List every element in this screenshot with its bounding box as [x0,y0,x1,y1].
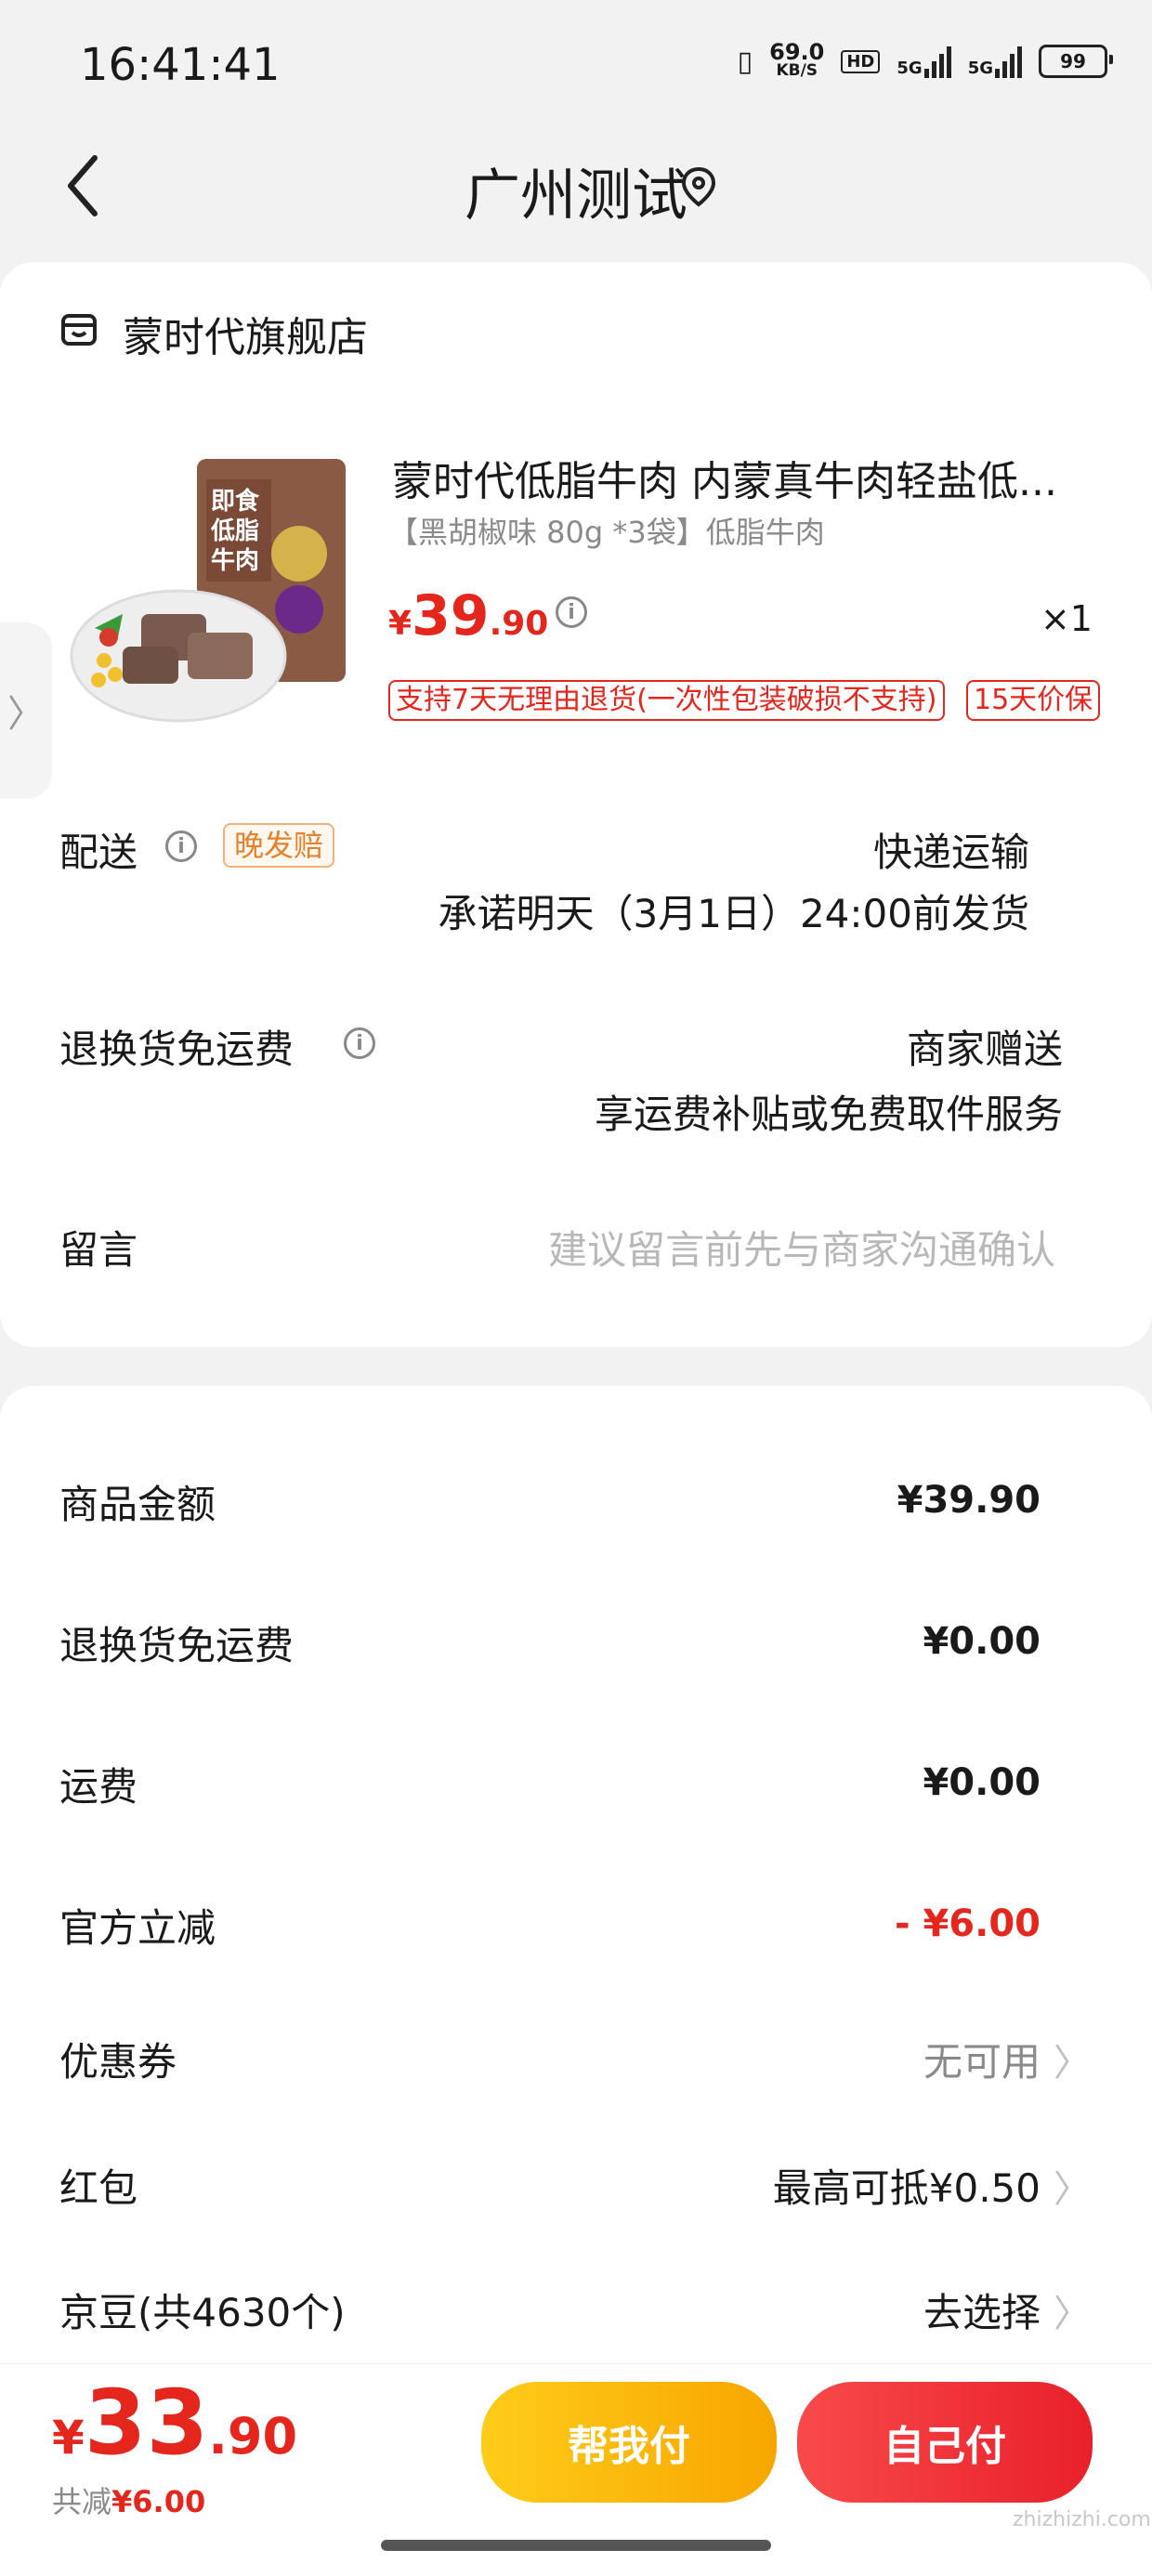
signal-1-label: 5G [897,59,923,78]
product-image[interactable]: 即食 低脂 牛肉 [67,451,355,730]
price-info-icon[interactable]: i [556,596,587,628]
chevron-right-icon: 〉 [1054,2292,1091,2335]
status-icons: ▯ 69.0 KB/S HD 5G 5G 99 [737,39,1113,80]
page-title[interactable]: 广州测试 [0,150,1152,231]
redpacket-label: 红包 [59,2165,138,2211]
summary-shipping-value: ¥0.00 [923,1761,1041,1804]
side-drawer-handle[interactable]: 〉 [0,622,52,799]
total-decimal: .90 [208,2407,298,2465]
store-icon [59,310,98,349]
svg-text:即食: 即食 [211,487,260,516]
net-speed: 69.0 KB/S [769,39,825,80]
saved-label: 共减 [52,2484,112,2519]
product-quantity: ×1 [1040,598,1093,639]
summary-goods-label: 商品金额 [59,1482,216,1527]
coupon-value: 无可用 [923,2039,1041,2085]
jingdou-value: 去选择 [923,2290,1041,2335]
price-integer: 39 [412,583,490,648]
chevron-right-icon: 〉 [7,693,45,736]
status-time: 16:41:41 [80,39,281,91]
total-integer: 33 [84,2371,209,2475]
delivery-method[interactable]: 快递运输 [873,821,1029,878]
return-shipping-info-icon[interactable]: i [344,1027,375,1059]
signal-icon-2: 5G [968,45,1022,78]
chevron-right-icon: 〉 [1054,2167,1091,2211]
redpacket-value: 最高可抵¥0.50 [772,2165,1041,2211]
coupon-label: 优惠券 [59,2039,177,2085]
home-indicator[interactable] [381,2540,771,2551]
price-protect-tag: 15天价保 [966,680,1101,721]
summary-return-value: ¥0.00 [923,1620,1041,1663]
watermark: zhizhizhi.com [1013,2508,1151,2531]
total-price: ¥33.90 [52,2371,297,2475]
jingdou-row[interactable]: 去选择〉 [923,2282,1091,2338]
redpacket-row[interactable]: 最高可抵¥0.50 〉 [773,2157,1091,2214]
hd-icon: HD [841,49,881,73]
signal-2-label: 5G [967,59,993,78]
delivery-info-icon[interactable]: i [165,830,197,862]
order-card [0,262,1152,1347]
svg-text:低脂: 低脂 [210,517,259,545]
summary-discount-value: - ¥6.00 [894,1903,1041,1945]
product-title[interactable]: 蒙时代低脂牛肉 内蒙真牛肉轻盐低... [392,448,1080,507]
summary-return-label: 退换货免运费 [59,1623,295,1668]
battery-icon: 99 [1039,45,1113,78]
return-policy-tag: 支持7天无理由退货(一次性包装破损不支持) [388,680,945,721]
message-input[interactable]: 建议留言前先与商家沟通确认 [548,1219,1055,1275]
total-currency: ¥ [52,2411,85,2465]
total-saved: 共减¥6.00 [52,2478,205,2521]
signal-icon-1: 5G [897,45,951,78]
product-price: ¥39.90 [388,583,548,648]
chevron-right-icon: 〉 [1054,2041,1091,2085]
saved-value: ¥6.00 [111,2484,206,2519]
net-speed-value: 69.0 [769,39,825,65]
price-currency: ¥ [388,605,412,643]
delivery-label: 配送 [59,830,138,875]
self-pay-button[interactable]: 自己付 [797,2382,1093,2503]
vibrate-icon: ▯ [737,45,753,78]
late-compensation-badge[interactable]: 晚发赔 [223,823,335,868]
location-pin-icon[interactable] [680,165,717,208]
summary-discount-label: 官方立减 [59,1905,216,1951]
net-speed-unit: KB/S [776,61,818,80]
help-pay-button[interactable]: 帮我付 [481,2382,777,2503]
summary-goods-value: ¥39.90 [897,1479,1041,1522]
return-shipping-desc: 享运费补贴或免费取件服务 [594,1092,1063,1137]
svg-text:牛肉: 牛肉 [211,547,259,575]
message-label: 留言 [59,1227,138,1273]
price-decimal: .90 [489,605,549,643]
return-shipping-label: 退换货免运费 [59,1026,295,1072]
jingdou-label: 京豆(共4630个) [59,2290,346,2335]
product-spec: 【黑胡椒味 80g *3袋】低脂牛肉 [388,515,825,550]
summary-shipping-label: 运费 [59,1764,138,1810]
return-shipping-provider: 商家赠送 [906,1026,1063,1072]
delivery-promise: 承诺明天（3月1日）24:00前发货 [438,891,1029,936]
coupon-row[interactable]: 无可用〉 [923,2031,1091,2087]
store-name[interactable]: 蒙时代旗舰店 [123,304,368,363]
